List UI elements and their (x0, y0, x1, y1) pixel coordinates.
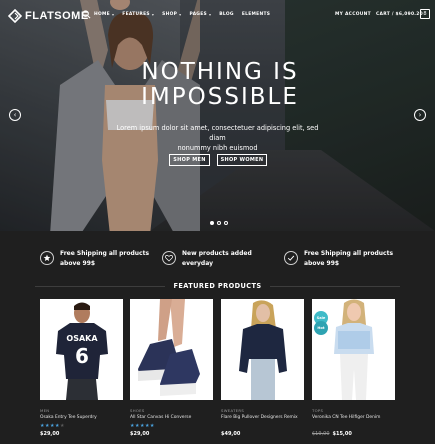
product-image[interactable]: OSAKA 6 (40, 299, 123, 400)
my-account-link[interactable]: MY ACCOUNT (335, 12, 371, 17)
hero-slider (0, 0, 435, 231)
product-name[interactable]: Veronika CN Tee Hilfiger Denim (312, 415, 395, 420)
chevron-down-icon: ▾ (111, 12, 115, 17)
product-card[interactable]: SWEATERS Flare Big Pullover Designers Re… (221, 299, 304, 437)
chevron-down-icon: ▾ (151, 12, 155, 17)
chevron-down-icon: ▾ (179, 12, 182, 17)
search-icon[interactable] (82, 10, 91, 19)
nav-item-features[interactable]: FEATURES ▾ (122, 12, 154, 17)
old-price: $19,00 (312, 431, 330, 437)
product-price: $29,00 (40, 431, 60, 437)
product-image[interactable] (221, 299, 304, 400)
flatsome-logo-icon (8, 9, 22, 23)
featured-products-heading: FEATURED PRODUCTS (0, 282, 435, 290)
star-rating: ★★★★★ (130, 423, 155, 429)
product-category: SWEATERS (221, 408, 245, 413)
main-nav: HOME ▾ FEATURES ▾ SHOP ▾ PAGES ▾ BLOG ELEMEN… (94, 12, 278, 17)
feature-item: Free Shipping all products above 99$ (40, 249, 149, 269)
slider-next-arrow-icon[interactable]: › (414, 109, 426, 121)
product-category: MEN (40, 408, 50, 413)
product-price: $29,00 (130, 431, 150, 437)
checkmark-icon (284, 251, 298, 265)
cart-count-badge[interactable]: 8 (420, 9, 430, 19)
nav-item-elements[interactable]: ELEMENTS (242, 12, 270, 17)
hot-badge: Hot (314, 321, 328, 335)
feature-item: New products added everyday (162, 249, 252, 269)
nav-item-pages[interactable]: PAGES ▾ (189, 12, 211, 17)
product-card[interactable]: SHOES All Star Canvas Hi Converse ★★★★★ … (130, 299, 213, 437)
heart-icon (162, 251, 176, 265)
slider-dot[interactable] (210, 221, 214, 225)
slider-dot[interactable] (224, 221, 228, 225)
star-rating: ★★★★★ (40, 423, 65, 429)
product-price: $49,00 (221, 431, 241, 437)
features-bar: Free Shipping all products above 99$ New… (0, 231, 435, 281)
feature-item: Free Shipping all products above 99$ (284, 249, 393, 269)
product-name[interactable]: All Star Canvas Hi Converse (130, 415, 213, 420)
svg-text:OSAKA: OSAKA (66, 334, 98, 343)
hero-headline: NOTHING IS IMPOSSIBLE (141, 59, 299, 110)
product-category: SHOES (130, 408, 145, 413)
hero-overlay (0, 0, 435, 231)
product-price: $19,00 $15,00 (312, 431, 352, 437)
star-rating (221, 423, 304, 429)
svg-text:6: 6 (75, 344, 89, 368)
star-rating (312, 423, 395, 429)
divider (35, 285, 166, 287)
shop-men-button[interactable]: SHOP MEN (169, 154, 210, 166)
slider-prev-arrow-icon[interactable]: ‹ (9, 109, 21, 121)
product-category: TOPS (312, 408, 324, 413)
cart-link[interactable]: CART / $6,090.20 (376, 12, 423, 17)
logo-text: FLATSOME (25, 10, 89, 22)
nav-item-blog[interactable]: BLOG (219, 12, 234, 17)
product-image[interactable] (130, 299, 213, 400)
site-logo[interactable]: FLATSOME (8, 9, 89, 23)
nav-item-shop[interactable]: SHOP ▾ (162, 12, 181, 17)
product-name[interactable]: Flare Big Pullover Designers Remix (221, 415, 304, 420)
star-icon (40, 251, 54, 265)
slider-dot[interactable] (217, 221, 221, 225)
nav-item-home[interactable]: HOME ▾ (94, 12, 114, 17)
product-name[interactable]: Osaka Entry Tee Superdry (40, 415, 123, 420)
slider-dots (210, 221, 228, 225)
divider (269, 285, 400, 287)
product-card[interactable]: Sale Hot TOPS Veronika CN Tee Hilfiger D… (312, 299, 395, 437)
hero-subtext: Lorem ipsum dolor sit amet, consectetuer… (116, 124, 319, 152)
site-header: FLATSOME HOME ▾ FEATURES ▾ SHOP ▾ PAGES ▾ BL… (0, 0, 435, 30)
chevron-down-icon: ▾ (208, 12, 212, 17)
product-card[interactable]: OSAKA 6 MEN Osaka Entry Tee Superdry ★★★… (40, 299, 123, 437)
shop-women-button[interactable]: SHOP WOMEN (217, 154, 267, 166)
